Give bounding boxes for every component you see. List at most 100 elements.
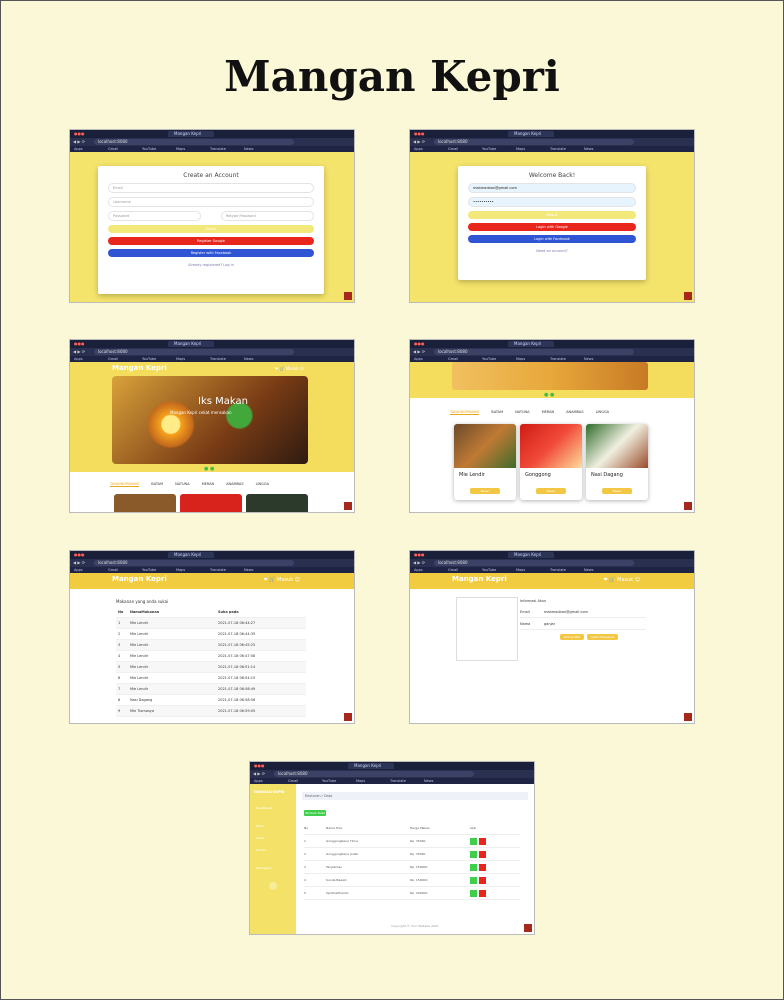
food-card[interactable]: Mie Lendir Pesan [454,424,516,500]
sidebar-toggle-icon[interactable] [269,882,277,890]
url-input[interactable]: localhost:8080 [94,349,294,355]
sidebar-item-orders[interactable]: Orders [256,848,266,852]
sidebar-item-pelanggan[interactable]: Pelanggan [256,866,272,870]
login-button[interactable]: Masuk [468,211,636,219]
bookmark-item[interactable]: Translate [210,357,226,361]
tab-tanjungpinang[interactable]: TANJUNGPINANG [450,410,480,415]
bookmark-item[interactable]: Translate [550,147,566,151]
tab-anambas[interactable]: ANAMBAS [226,482,243,487]
tab-lingga[interactable]: LINGGA [256,482,269,487]
tab-batam[interactable]: BATAM [151,482,163,487]
bookmark-item[interactable]: YouTube [142,147,156,151]
bookmark-item[interactable]: Translate [550,568,566,572]
edit-button[interactable] [470,876,477,884]
edit-button[interactable] [470,889,477,897]
bookmark-item[interactable]: Apps [74,357,83,361]
bookmark-item[interactable]: YouTube [142,357,156,361]
bookmark-item[interactable]: Maps [516,147,525,151]
register-google-button[interactable]: Register Google [108,237,314,245]
url-input[interactable]: localhost:8080 [434,139,634,145]
bookmark-item[interactable]: News [244,357,253,361]
bookmark-item[interactable]: Apps [254,779,263,783]
register-link[interactable]: Need an account? [458,249,646,253]
login-email-field[interactable]: mabmadaan@gmail.com [468,183,636,193]
bookmark-item[interactable]: Apps [414,357,423,361]
bookmark-item[interactable]: Maps [516,568,525,572]
register-button[interactable]: Daftar [108,225,314,233]
bookmark-item[interactable]: News [244,147,253,151]
bookmark-item[interactable]: YouTube [482,357,496,361]
order-button[interactable]: Pesan [602,488,632,494]
register-facebook-button[interactable]: Register with Facebook [108,249,314,257]
breadcrumb[interactable]: Restoran / Data [302,792,528,800]
tab-natuna[interactable]: NATUNA [515,410,529,415]
delete-button[interactable] [479,889,486,897]
bookmark-item[interactable]: Maps [176,357,185,361]
bookmark-item[interactable]: News [584,357,593,361]
bookmark-item[interactable]: Gmail [448,357,458,361]
edit-button[interactable] [470,850,477,858]
tab-batam[interactable]: BATAM [491,410,503,415]
bookmark-item[interactable]: YouTube [322,779,336,783]
sidebar-item-menu[interactable]: Menu [256,824,264,828]
bookmark-item[interactable]: Gmail [108,568,118,572]
tab-anambas[interactable]: ANAMBAS [566,410,583,415]
bookmark-item[interactable]: Maps [516,357,525,361]
tab-meran[interactable]: MERAN [202,482,215,487]
login-google-button[interactable]: Login with Google [468,223,636,231]
login-password-field[interactable]: •••••••••• [468,197,636,207]
bookmark-item[interactable]: Translate [210,147,226,151]
password-field[interactable]: Password [108,211,201,221]
bookmark-item[interactable]: Translate [210,568,226,572]
url-input[interactable]: localhost:8080 [94,139,294,145]
order-button[interactable]: Pesan [536,488,566,494]
bookmark-item[interactable]: Apps [414,568,423,572]
bookmark-item[interactable]: Gmail [448,568,458,572]
tab-natuna[interactable]: NATUNA [175,482,189,487]
url-input[interactable]: localhost:8080 [434,560,634,566]
tab-tanjungpinang[interactable]: TANJUNGPINANG [110,482,140,487]
bookmark-item[interactable]: YouTube [482,147,496,151]
sidebar-item-users[interactable]: Users [256,836,264,840]
url-input[interactable]: localhost:8080 [274,771,474,777]
login-facebook-button[interactable]: Login with Facebook [468,235,636,243]
carousel-dots[interactable]: ● ● [204,466,214,472]
brand-logo[interactable]: Mangan Kepri [112,364,167,372]
edit-button[interactable] [470,837,477,845]
nav-icons[interactable]: ❤ 🛒 Masuk ☺ [264,577,300,583]
delete-button[interactable] [479,863,486,871]
bookmark-item[interactable]: News [424,779,433,783]
delete-button[interactable] [479,876,486,884]
tab-meran[interactable]: MERAN [542,410,555,415]
url-input[interactable]: localhost:8080 [434,349,634,355]
bookmark-item[interactable]: Gmail [108,147,118,151]
change-password-button[interactable]: Ganti Password [587,634,619,640]
bookmark-item[interactable]: YouTube [482,568,496,572]
bookmark-item[interactable]: Gmail [108,357,118,361]
email-field[interactable]: Email [108,183,314,193]
edit-profile-button[interactable]: Edit profile [560,634,585,640]
retype-password-field[interactable]: Retype Password [221,211,314,221]
brand-logo[interactable]: Mangan Kepri [112,575,167,583]
edit-button[interactable] [470,863,477,871]
order-button[interactable]: Pesan [470,488,500,494]
bookmark-item[interactable]: Maps [176,147,185,151]
tab-lingga[interactable]: LINGGA [596,410,609,415]
bookmark-item[interactable]: Translate [390,779,406,783]
bookmark-item[interactable]: Apps [74,568,83,572]
bookmark-item[interactable]: News [584,568,593,572]
bookmark-item[interactable]: Maps [176,568,185,572]
bookmark-item[interactable]: Translate [550,357,566,361]
brand-logo[interactable]: Mangan Kepri [452,575,507,583]
admin-logo[interactable]: MANGAN KEPRI [254,790,285,794]
login-link[interactable]: Already registered? Log in [98,263,324,267]
url-input[interactable]: localhost:8080 [94,560,294,566]
bookmark-item[interactable]: Gmail [448,147,458,151]
username-field[interactable]: Username [108,197,314,207]
delete-button[interactable] [479,837,486,845]
bookmark-item[interactable]: News [584,147,593,151]
carousel-dots[interactable]: ● ● [544,392,554,398]
nav-icons[interactable]: ❤ 🛒 Masuk ☺ [604,577,640,583]
bookmark-item[interactable]: Apps [74,147,83,151]
bookmark-item[interactable]: Apps [414,147,423,151]
